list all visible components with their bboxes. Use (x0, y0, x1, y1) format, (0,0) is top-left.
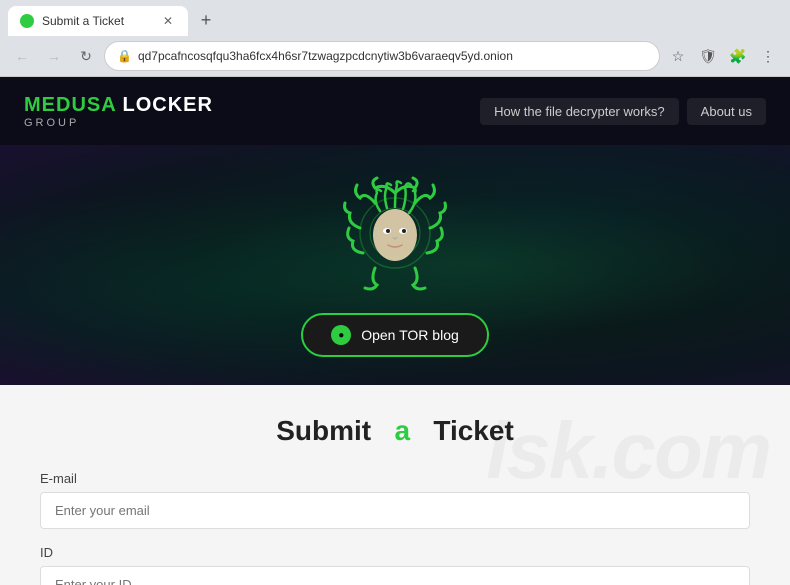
site-logo: MEDUSA LOCKER GROUP (24, 93, 213, 129)
medusa-logo (335, 173, 455, 293)
hero-content: ● Open TOR blog (301, 173, 489, 357)
forward-button[interactable]: → (40, 42, 68, 70)
site-nav: MEDUSA LOCKER GROUP How the file decrypt… (0, 77, 790, 145)
shield-button[interactable]: 🛡 (694, 42, 722, 70)
nav-link-about-us[interactable]: About us (687, 98, 766, 125)
email-input[interactable] (40, 492, 750, 529)
url-text: qd7pcafncosqfqu3ha6fcx4h6sr7tzwagzpcdcny… (138, 49, 647, 63)
security-lock-icon: 🔒 (117, 49, 132, 63)
tab-close-button[interactable]: ✕ (160, 13, 176, 29)
bookmark-button[interactable]: ☆ (664, 42, 692, 70)
id-form-group: ID (40, 545, 750, 585)
form-title-a: a (394, 415, 410, 446)
form-section: isk.com Submit a Ticket E-mail ID (0, 385, 790, 585)
form-title: Submit a Ticket (40, 415, 750, 447)
hero-section: ● Open TOR blog (0, 145, 790, 385)
back-button[interactable]: ← (8, 42, 36, 70)
browser-window: Submit a Ticket ✕ + ← → ↻ 🔒 qd7pcafncosq… (0, 0, 790, 585)
open-tor-button[interactable]: ● Open TOR blog (301, 313, 489, 357)
email-label: E-mail (40, 471, 750, 486)
active-tab[interactable]: Submit a Ticket ✕ (8, 6, 188, 36)
form-title-submit: Submit (276, 415, 371, 446)
logo-group-text: GROUP (24, 117, 213, 129)
nav-bar: ← → ↻ 🔒 qd7pcafncosqfqu3ha6fcx4h6sr7tzwa… (0, 36, 790, 76)
email-form-group: E-mail (40, 471, 750, 529)
logo-main: MEDUSA LOCKER (24, 93, 213, 117)
site-nav-links: How the file decrypter works? About us (480, 98, 766, 125)
tab-label: Submit a Ticket (42, 14, 152, 28)
refresh-button[interactable]: ↻ (72, 42, 100, 70)
extensions-button[interactable]: 🧩 (724, 42, 752, 70)
nav-actions: ☆ 🛡 🧩 ⋮ (664, 42, 782, 70)
logo-locker-text: LOCKER (116, 94, 213, 116)
id-input[interactable] (40, 566, 750, 585)
nav-link-how-it-works[interactable]: How the file decrypter works? (480, 98, 679, 125)
address-bar[interactable]: 🔒 qd7pcafncosqfqu3ha6fcx4h6sr7tzwagzpcdc… (104, 41, 660, 71)
tab-favicon (20, 14, 34, 28)
form-title-ticket: Ticket (433, 415, 513, 446)
new-tab-button[interactable]: + (192, 6, 220, 34)
tab-bar: Submit a Ticket ✕ + (0, 0, 790, 36)
website-content: MEDUSA LOCKER GROUP How the file decrypt… (0, 77, 790, 585)
logo-medusa-text: MEDUSA (24, 94, 116, 116)
tor-button-label: Open TOR blog (361, 327, 459, 343)
id-label: ID (40, 545, 750, 560)
tor-icon: ● (331, 325, 351, 345)
menu-button[interactable]: ⋮ (754, 42, 782, 70)
browser-chrome: Submit a Ticket ✕ + ← → ↻ 🔒 qd7pcafncosq… (0, 0, 790, 77)
